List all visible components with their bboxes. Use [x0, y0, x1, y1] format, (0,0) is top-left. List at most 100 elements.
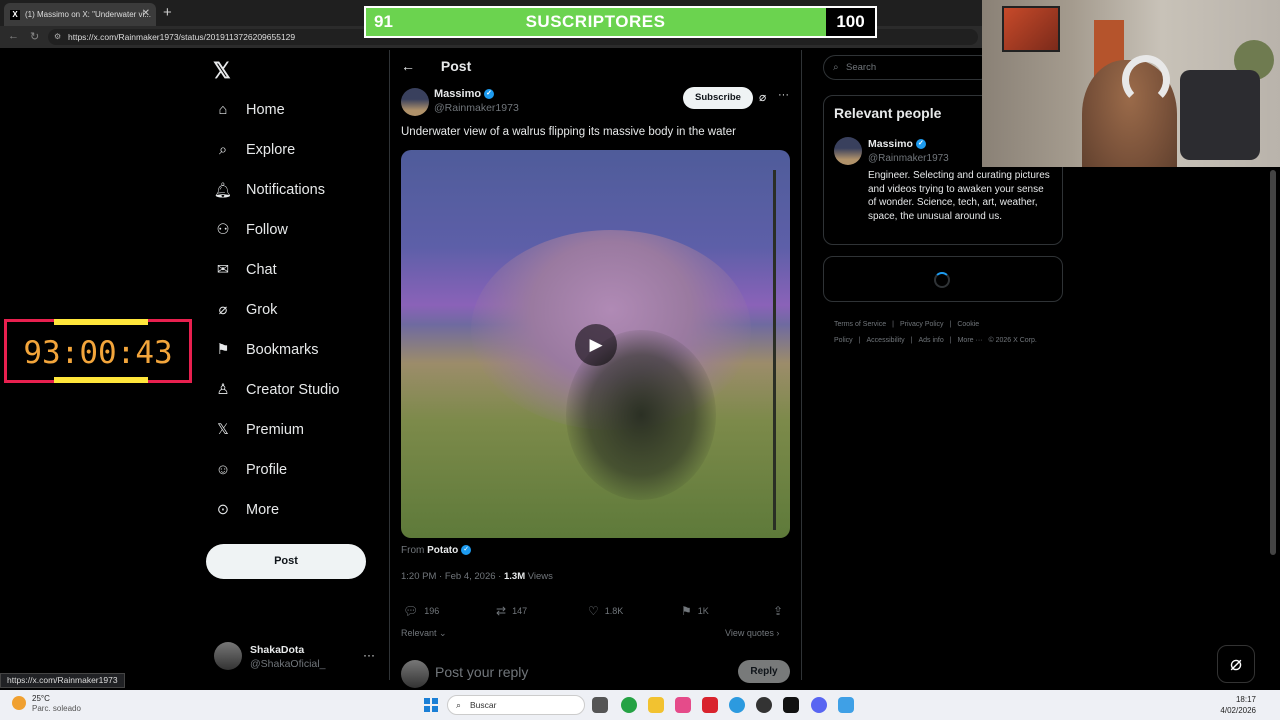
start-button[interactable] — [424, 698, 438, 712]
footer-link[interactable]: © 2026 X Corp. — [988, 337, 1036, 344]
engagement-bar: 💬︎ 196 ⇄ 147 ♡ 1.8K ⚑ 1K ⇪ — [403, 604, 789, 620]
x-icon: 𝕏 — [217, 422, 229, 438]
more-dots-icon[interactable]: ··· — [363, 648, 375, 662]
sidebar-item-grok[interactable]: ⌀ Grok — [213, 296, 278, 324]
reply-button[interactable]: Reply — [738, 660, 790, 683]
envelope-icon: ✉ — [216, 262, 230, 278]
person-name[interactable]: Massimo ✓ — [868, 138, 926, 150]
new-tab-icon[interactable]: + — [163, 4, 172, 21]
discord-icon[interactable] — [811, 697, 827, 713]
sidebar-item-explore[interactable]: ⌕ Explore — [213, 136, 295, 164]
sidebar-item-label: Follow — [246, 222, 288, 238]
sidebar-item-chat[interactable]: ✉ Chat — [213, 256, 277, 284]
timer-accent-bottom — [54, 377, 148, 383]
search-input[interactable]: ⌕ Search — [823, 55, 993, 80]
site-info-icon[interactable]: ⚙ — [54, 29, 61, 45]
repost-icon: ⇄ — [496, 604, 507, 618]
sidebar-item-label: Profile — [246, 462, 288, 478]
browser-tab[interactable]: X (1) Massimo on X: "Underwater vi... ✕ — [4, 3, 156, 26]
play-icon[interactable]: ▶ — [575, 324, 617, 366]
loading-card — [823, 256, 1063, 302]
repost-button[interactable]: ⇄ 147 — [496, 604, 527, 618]
view-quotes-link[interactable]: View quotes › — [725, 628, 779, 638]
system-clock[interactable]: 18:17 4/02/2026 — [1220, 694, 1256, 716]
sidebar-item-label: Premium — [246, 422, 305, 438]
reply-sort-dropdown[interactable]: Relevant ⌄ — [401, 628, 447, 639]
grok-icon[interactable]: ⌀ — [759, 90, 766, 104]
footer-link[interactable]: Terms of Service — [834, 321, 886, 328]
bookmark-button[interactable]: ⚑ 1K — [681, 604, 709, 618]
grok-icon: ⌀ — [218, 302, 228, 318]
close-tab-icon[interactable]: ✕ — [142, 8, 150, 19]
timer-text: 93:00:43 — [23, 335, 173, 371]
creator-icon: ♙ — [216, 382, 230, 398]
views-label: Views — [525, 571, 553, 582]
taskbar-search[interactable]: ⌕ Buscar — [447, 695, 585, 715]
bookmark-icon: ⚑ — [681, 604, 692, 618]
sidebar-item-notifications[interactable]: 🔔︎ Notifications — [213, 176, 325, 204]
sidebar-item-label: Grok — [246, 302, 278, 318]
chrome-icon[interactable] — [756, 697, 772, 713]
subscriber-label: SUSCRIPTORES — [525, 12, 666, 31]
headphones — [1122, 55, 1170, 105]
sidebar-item-premium[interactable]: 𝕏 Premium — [213, 416, 304, 444]
back-icon[interactable]: ← — [8, 30, 19, 42]
app-icon[interactable] — [783, 697, 799, 713]
sidebar-item-profile[interactable]: ☺ Profile — [213, 456, 288, 484]
sidebar-item-follow[interactable]: ⚇ Follow — [213, 216, 288, 244]
whatsapp-icon[interactable] — [621, 697, 637, 713]
post-video[interactable]: ▶ — [401, 150, 790, 538]
subscribe-button[interactable]: Subscribe — [683, 87, 753, 109]
footer-link[interactable]: Ads info — [918, 337, 943, 344]
sidebar-item-bookmarks[interactable]: ⚑ Bookmarks — [213, 336, 319, 364]
weather-temp: 25°C — [32, 694, 50, 703]
reply-icon: 💬︎ — [403, 604, 419, 618]
app-icon[interactable] — [675, 697, 691, 713]
app-icon[interactable] — [702, 697, 718, 713]
reply-button[interactable]: 💬︎ 196 — [403, 604, 439, 618]
source-name[interactable]: Potato — [427, 545, 458, 556]
x-logo-icon[interactable]: 𝕏 — [213, 58, 231, 84]
footer-link[interactable]: More ··· — [958, 337, 983, 344]
account-switcher[interactable]: ShakaDota @ShakaOficial_ ··· — [214, 642, 379, 672]
task-view-icon[interactable] — [592, 697, 608, 713]
sidebar-item-creator-studio[interactable]: ♙ Creator Studio — [213, 376, 340, 404]
sidebar-item-label: More — [246, 502, 280, 518]
subscriber-goal: 100 — [826, 8, 875, 36]
views-count: 1.3M — [503, 571, 526, 582]
folder-icon[interactable] — [648, 697, 664, 713]
sidebar-item-more[interactable]: ⊙ More — [213, 496, 279, 524]
sidebar-item-home[interactable]: ⌂ Home — [213, 96, 285, 124]
footer-link[interactable]: Privacy Policy — [900, 321, 944, 328]
reply-input[interactable]: Post your reply — [435, 664, 528, 680]
more-options-icon[interactable]: ··· — [778, 89, 789, 101]
grok-fab-icon[interactable]: ⌀ — [1217, 645, 1255, 683]
author-name-text: Massimo — [434, 88, 482, 100]
footer-link[interactable]: Accessibility — [867, 337, 905, 344]
more-circle-icon: ⊙ — [216, 502, 230, 518]
scrollbar[interactable] — [1270, 170, 1276, 555]
author-avatar[interactable] — [401, 88, 429, 116]
post-timestamp[interactable]: 1:20 PM · Feb 4, 2026 · — [401, 571, 504, 582]
column-divider — [801, 50, 802, 680]
person-avatar[interactable] — [834, 137, 862, 165]
notepad-icon[interactable] — [838, 697, 854, 713]
browser-icon[interactable] — [729, 697, 745, 713]
reload-icon[interactable]: ↻ — [30, 30, 39, 43]
like-button[interactable]: ♡ 1.8K — [588, 604, 623, 618]
pool-edge — [773, 170, 776, 530]
post-button[interactable]: Post — [206, 544, 366, 579]
search-icon: ⌕ — [833, 62, 839, 73]
clock-date: 4/02/2026 — [1220, 706, 1256, 715]
share-button[interactable]: ⇪ — [773, 604, 789, 618]
reply-sort-label: Relevant — [401, 628, 437, 638]
clock-time: 18:17 — [1235, 695, 1256, 704]
add-person-icon: ⚇ — [216, 222, 230, 238]
bookmark-icon: ⚑ — [216, 342, 230, 358]
author-handle[interactable]: @Rainmaker1973 — [434, 102, 519, 114]
account-handle: @ShakaOficial_ — [250, 658, 326, 670]
author-name[interactable]: Massimo ✓ — [434, 88, 495, 100]
chevron-right-icon: › — [776, 628, 780, 638]
person-handle[interactable]: @Rainmaker1973 — [868, 153, 949, 164]
back-arrow-icon[interactable]: ← — [401, 58, 415, 74]
